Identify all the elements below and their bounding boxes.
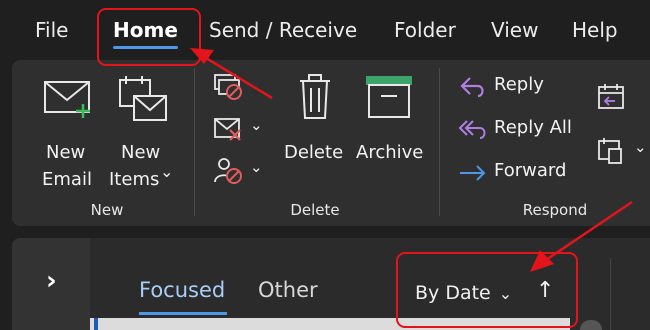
new-items-button[interactable]: New Items ⌄ bbox=[108, 72, 180, 190]
scroll-button[interactable] bbox=[580, 320, 602, 330]
reply-all-button[interactable]: Reply All bbox=[458, 115, 588, 147]
menu-tab-folder[interactable]: Folder bbox=[394, 18, 456, 42]
folder-pane-collapsed: › bbox=[12, 238, 90, 330]
divider bbox=[610, 258, 611, 330]
expand-folder-pane-icon[interactable]: › bbox=[46, 266, 57, 296]
first-message-row[interactable] bbox=[90, 318, 570, 330]
reply-button[interactable]: Reply bbox=[458, 72, 568, 104]
archive-button[interactable]: Archive bbox=[354, 72, 434, 168]
menu-bar: File Home Send / Receive Folder View Hel… bbox=[0, 0, 650, 60]
group-label-delete: Delete bbox=[290, 201, 340, 219]
chevron-down-icon: ⌄ bbox=[634, 138, 647, 156]
new-email-button[interactable]: New Email bbox=[40, 72, 96, 190]
archive-icon bbox=[364, 74, 414, 120]
new-items-label-2: Items bbox=[109, 169, 160, 190]
reply-all-label: Reply All bbox=[494, 117, 572, 138]
group-divider bbox=[194, 68, 195, 216]
tab-other[interactable]: Other bbox=[258, 278, 318, 302]
meeting-button[interactable] bbox=[596, 82, 630, 114]
sort-direction-arrow-icon[interactable]: ↑ bbox=[536, 278, 554, 303]
ribbon: New Email New Items ⌄ New ⌄ ⌄ Delete Arc… bbox=[12, 60, 650, 226]
junk-button[interactable]: ⌄ bbox=[212, 156, 270, 188]
mail-plus-icon bbox=[43, 78, 95, 118]
sort-by-date-button[interactable]: By Date ⌄ bbox=[415, 282, 512, 304]
group-label-new: New bbox=[90, 201, 124, 219]
reply-label: Reply bbox=[494, 74, 544, 95]
more-respond-icon bbox=[596, 136, 626, 166]
group-divider bbox=[439, 68, 440, 216]
reply-icon bbox=[458, 74, 488, 100]
selected-row-indicator bbox=[94, 318, 98, 330]
ignore-icon bbox=[212, 72, 248, 102]
sort-by-label: By Date bbox=[415, 282, 491, 304]
archive-label: Archive bbox=[356, 142, 424, 163]
cleanup-button[interactable]: ⌄ bbox=[212, 114, 270, 146]
menu-tab-help[interactable]: Help bbox=[572, 18, 618, 42]
junk-icon bbox=[212, 156, 246, 186]
menu-tab-file[interactable]: File bbox=[35, 18, 68, 42]
trash-icon bbox=[296, 72, 334, 122]
new-items-label-1: New bbox=[121, 142, 161, 163]
new-items-icon bbox=[118, 74, 170, 124]
chevron-down-icon: ⌄ bbox=[160, 162, 174, 181]
forward-button[interactable]: Forward bbox=[458, 158, 578, 190]
ignore-button[interactable] bbox=[212, 72, 248, 104]
mail-list-header: Focused Other By Date ⌄ ↑ bbox=[90, 238, 650, 330]
tab-focused[interactable]: Focused bbox=[139, 278, 225, 302]
chevron-down-icon: ⌄ bbox=[250, 116, 263, 134]
new-email-label-2: Email bbox=[42, 169, 92, 190]
chevron-down-icon: ⌄ bbox=[498, 284, 513, 303]
forward-icon bbox=[458, 160, 488, 186]
forward-label: Forward bbox=[494, 160, 567, 181]
menu-tab-view[interactable]: View bbox=[491, 18, 538, 42]
mail-list-pane: › Focused Other By Date ⌄ ↑ bbox=[12, 238, 650, 330]
group-label-respond: Respond bbox=[522, 201, 588, 219]
new-email-label-1: New bbox=[46, 142, 86, 163]
reply-all-icon bbox=[458, 117, 488, 143]
active-tab-underline bbox=[139, 312, 227, 315]
more-respond-button[interactable]: ⌄ bbox=[596, 136, 650, 168]
menu-tab-send-receive[interactable]: Send / Receive bbox=[209, 18, 357, 42]
delete-button[interactable]: Delete bbox=[282, 72, 348, 168]
calendar-reply-icon bbox=[596, 82, 630, 112]
cleanup-icon bbox=[212, 114, 246, 144]
delete-label: Delete bbox=[284, 142, 344, 163]
menu-tab-home[interactable]: Home bbox=[113, 18, 178, 49]
chevron-down-icon: ⌄ bbox=[250, 158, 263, 176]
